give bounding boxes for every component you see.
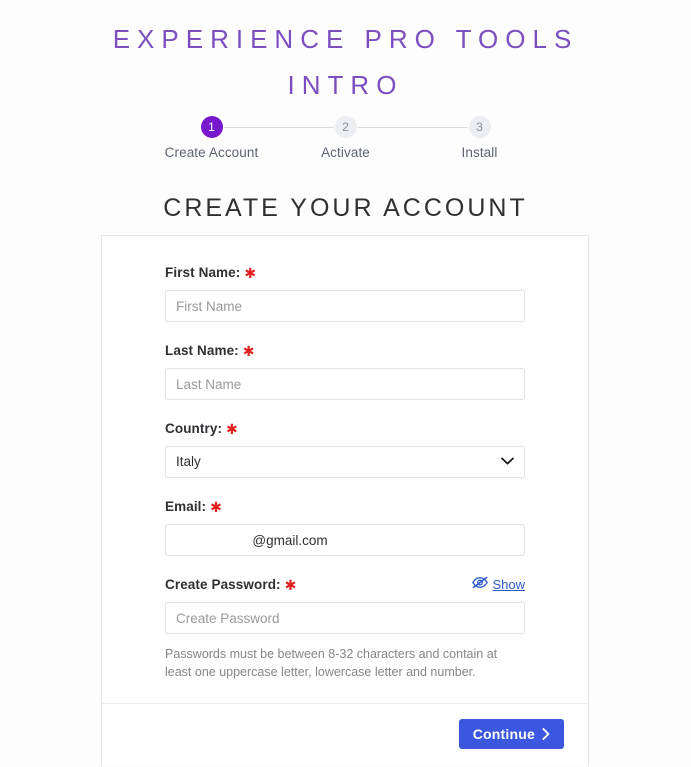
country-label-row: Country: ✱ [165,420,525,438]
required-asterisk-icon: ✱ [244,265,257,281]
stepper-step-2-circle: 2 [334,116,357,138]
eye-slash-icon [472,576,489,592]
page-title-line-1: Experience Pro Tools [112,24,579,54]
stepper-step-1-label: Create Account [164,145,259,160]
stepper-step-1-circle: 1 [200,116,223,138]
stepper-step-2-label: Activate [321,145,370,160]
field-last-name: Last Name: ✱ [165,342,525,400]
show-password-label: Show [492,576,525,592]
continue-button-label: Continue [472,726,535,742]
country-label-group: Country: ✱ [165,420,238,438]
password-label-group: Create Password: ✱ [165,576,296,594]
form-footer: Continue [102,703,588,766]
stepper-step-3-circle: 3 [468,116,491,138]
show-password-toggle[interactable]: Show [472,576,525,592]
password-input[interactable] [165,602,525,634]
last-name-label-group: Last Name: ✱ [165,342,255,360]
required-asterisk-icon: ✱ [242,343,255,359]
password-label-row: Create Password: ✱ Show [165,576,525,594]
stepper-step-create-account[interactable]: 1 Create Account [146,116,278,160]
last-name-input[interactable] [165,368,525,400]
progress-stepper: 1 Create Account 2 Activate 3 Install [146,116,546,172]
email-label-row: Email: ✱ [165,498,525,516]
last-name-label: Last Name: [165,343,239,358]
continue-button[interactable]: Continue [458,719,564,749]
form-body: First Name:✱ Last Name:✱ Country:✱ Ita [102,236,588,703]
stepper-step-activate[interactable]: 2 Activate [280,116,412,160]
field-email: Email: ✱ [165,498,525,556]
password-helper-text: Passwords must be between 8-32 character… [165,647,498,679]
required-asterisk-icon: ✱ [210,499,222,515]
page-title-line-2: Intro [287,70,404,100]
first-name-input[interactable] [165,290,525,322]
required-asterisk-icon: ✱ [284,577,297,593]
field-password: Create Password:✱ Show Passwords must be… [165,576,525,681]
email-label: Email: [165,499,207,514]
field-country: Country: ✱ Italy [165,420,525,478]
first-name-label-group: First Name: ✱ [165,264,256,282]
field-first-name: First Name: ✱ [165,264,525,322]
email-input[interactable] [165,524,525,556]
first-name-label: First Name: [165,265,241,280]
required-asterisk-icon: ✱ [226,421,238,437]
chevron-right-icon [542,728,550,740]
country-label: Country: [165,421,223,436]
stepper-step-3-label: Install [461,145,498,160]
section-heading: Create Your Account [163,194,528,222]
password-label: Create Password: [165,577,281,592]
stepper-step-install[interactable]: 3 Install [414,116,546,160]
signup-form-card: First Name:✱ Last Name:✱ Country:✱ Ita [101,235,589,766]
first-name-label-row: First Name: ✱ [165,264,525,282]
country-select-wrapper: Italy [165,446,525,478]
country-select[interactable]: Italy [165,446,525,478]
page-title: Experience Pro Tools Intro [0,0,691,108]
email-label-group: Email: ✱ [165,498,222,516]
last-name-label-row: Last Name: ✱ [165,342,525,360]
